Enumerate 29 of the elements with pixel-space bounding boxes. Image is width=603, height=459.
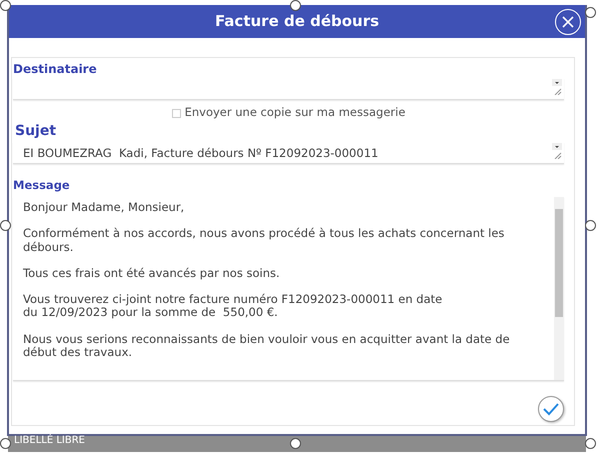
- message-paragraph: Vous trouverez ci-joint notre facture numéro F12092023-000011 en date du 12/09/2023 pour la somme de 550,00 €.: [23, 293, 444, 320]
- message-paragraph: Conformément à nos accords, nous avons procédé à tous les achats concernant les débours.: [23, 227, 506, 254]
- resize-icon: [552, 79, 562, 96]
- message-paragraph: Bonjour Madame, Monsieur,: [23, 201, 186, 214]
- message-label: Message: [13, 179, 71, 194]
- background-label: LIBELLÉ LIBRE: [14, 436, 85, 446]
- resize-handle[interactable]: [0, 0, 11, 11]
- resize-handle[interactable]: [585, 220, 596, 231]
- scrollbar[interactable]: [554, 197, 564, 380]
- resize-handle[interactable]: [290, 0, 301, 11]
- subject-label: Sujet: [15, 122, 58, 140]
- resize-handle[interactable]: [0, 438, 11, 449]
- message-field[interactable]: [13, 197, 564, 382]
- message-paragraph: Tous ces frais ont été avancés par nos soins.: [23, 266, 281, 280]
- message-paragraph: Nous vous serions reconnaissants de bien vouloir vous en acquitter avant la date de début des travaux.: [23, 332, 511, 359]
- close-icon: [562, 16, 574, 28]
- resize-handle[interactable]: [585, 7, 596, 18]
- close-button[interactable]: [555, 9, 581, 35]
- dialog-title: Facture de débours: [214, 11, 380, 32]
- copy-label: Envoyer une copie sur ma messagerie: [184, 104, 406, 122]
- resize-handle[interactable]: [0, 220, 11, 231]
- checkmark-icon: [542, 402, 560, 416]
- recipient-field[interactable]: [13, 78, 564, 100]
- confirm-button[interactable]: [538, 396, 564, 422]
- resize-icon: [552, 143, 562, 160]
- resize-handle[interactable]: [585, 438, 596, 449]
- recipient-label: Destinataire: [13, 62, 98, 76]
- copy-checkbox[interactable]: [172, 108, 181, 118]
- subject-field[interactable]: EI BOUMEZRAG Kadi, Facture débours Nº F12092023-000011: [13, 142, 564, 164]
